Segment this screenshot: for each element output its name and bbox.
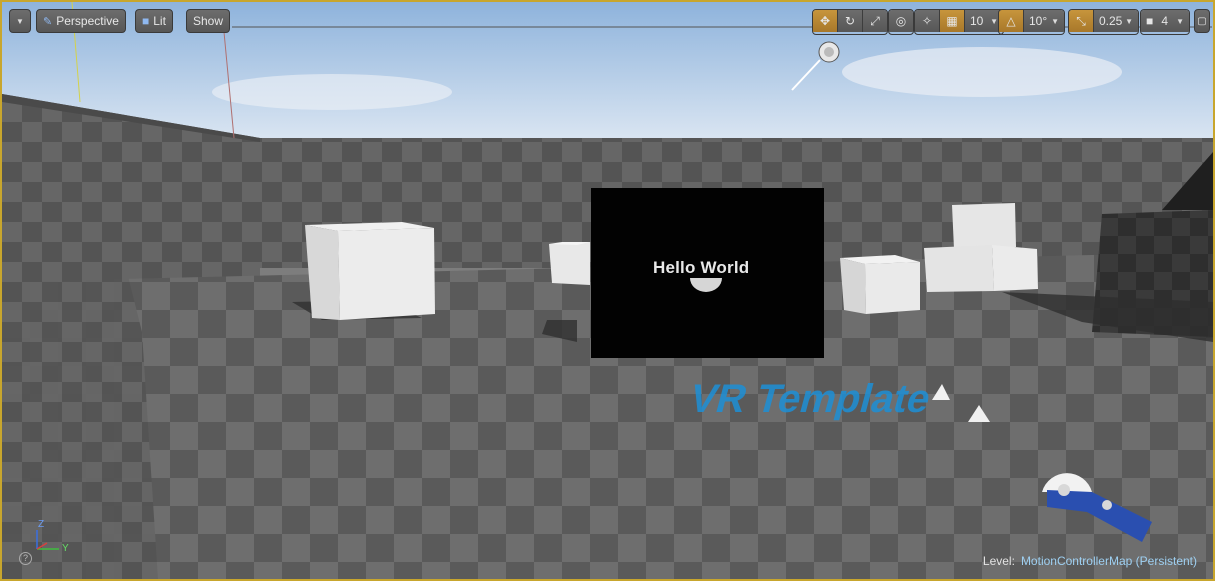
perspective-label: Perspective <box>56 14 119 28</box>
chevron-down-icon: ▼ <box>16 16 24 26</box>
maximize-icon: ▢ <box>1197 15 1207 27</box>
chevron-down-icon: ▼ <box>990 16 998 26</box>
rotate-mode-icon[interactable]: ↻ <box>838 10 863 32</box>
cube-icon: ■ <box>142 14 150 28</box>
maximize-viewport-button[interactable]: ▢ <box>1194 9 1210 33</box>
scale-snap-value-text: 0.25 <box>1099 14 1123 28</box>
chevron-down-icon: ▼ <box>1125 16 1133 26</box>
grid-snap-group: ✧ ▦ 10 ▼ <box>914 9 1004 35</box>
camera-speed-button[interactable]: ■ 4 ▼ <box>1141 10 1189 32</box>
camera-speed-value: 4 <box>1161 14 1168 28</box>
grid-snap-value-text: 10 <box>970 14 984 28</box>
lit-label: Lit <box>153 14 166 28</box>
rotation-snap-group: △ 10° ▼ <box>998 9 1065 35</box>
cube-small <box>549 242 590 285</box>
cube-left <box>305 222 435 320</box>
rotation-snap-icon[interactable]: △ <box>999 10 1024 32</box>
translate-mode-icon[interactable]: ✥ <box>813 10 838 32</box>
perspective-button[interactable]: ✎ Perspective <box>36 9 126 33</box>
show-label: Show <box>193 14 224 28</box>
floor-text: VR Template <box>685 376 936 421</box>
viewport-options-button[interactable]: ▼ <box>9 9 31 33</box>
chevron-down-icon: ▼ <box>1051 16 1059 26</box>
coordinate-system-group: ◎ <box>888 9 914 35</box>
level-viewport[interactable]: VR Template Hello World Z Y ▼ ✎ Perspect… <box>0 0 1215 581</box>
camera-speed-group: ■ 4 ▼ <box>1140 9 1190 35</box>
show-button[interactable]: Show <box>186 9 231 33</box>
rotation-snap-value[interactable]: 10° ▼ <box>1024 10 1064 32</box>
chevron-down-icon: ▼ <box>1176 16 1184 26</box>
perspective-icon: ✎ <box>43 15 53 28</box>
scale-snap-group: ⤡ 0.25 ▼ <box>1068 9 1139 35</box>
axis-y-label: Y <box>62 543 69 554</box>
transform-mode-group: ✥ ↻ ⤢ <box>812 9 888 35</box>
surface-snap-icon[interactable]: ✧ <box>915 10 940 32</box>
scale-snap-value[interactable]: 0.25 ▼ <box>1094 10 1138 32</box>
world-space-icon[interactable]: ◎ <box>889 10 913 32</box>
axis-z-label: Z <box>38 519 45 530</box>
help-icon[interactable]: ? <box>19 552 32 565</box>
scene-render: VR Template <box>2 2 1213 579</box>
left-block <box>2 260 158 579</box>
grid-snap-icon[interactable]: ▦ <box>940 10 965 32</box>
lit-button[interactable]: ■ Lit <box>135 9 173 33</box>
hello-world-text: Hello World <box>653 258 750 277</box>
camera-icon: ■ <box>1146 14 1154 28</box>
level-label: Level: <box>982 554 1015 568</box>
level-status: Level: MotionControllerMap (Persistent) <box>983 554 1197 568</box>
cube-right <box>840 255 920 314</box>
level-name: MotionControllerMap (Persistent) <box>1020 554 1197 568</box>
scale-mode-icon[interactable]: ⤢ <box>863 10 887 32</box>
rotation-snap-value-text: 10° <box>1029 14 1048 28</box>
scale-snap-icon[interactable]: ⤡ <box>1069 10 1094 32</box>
